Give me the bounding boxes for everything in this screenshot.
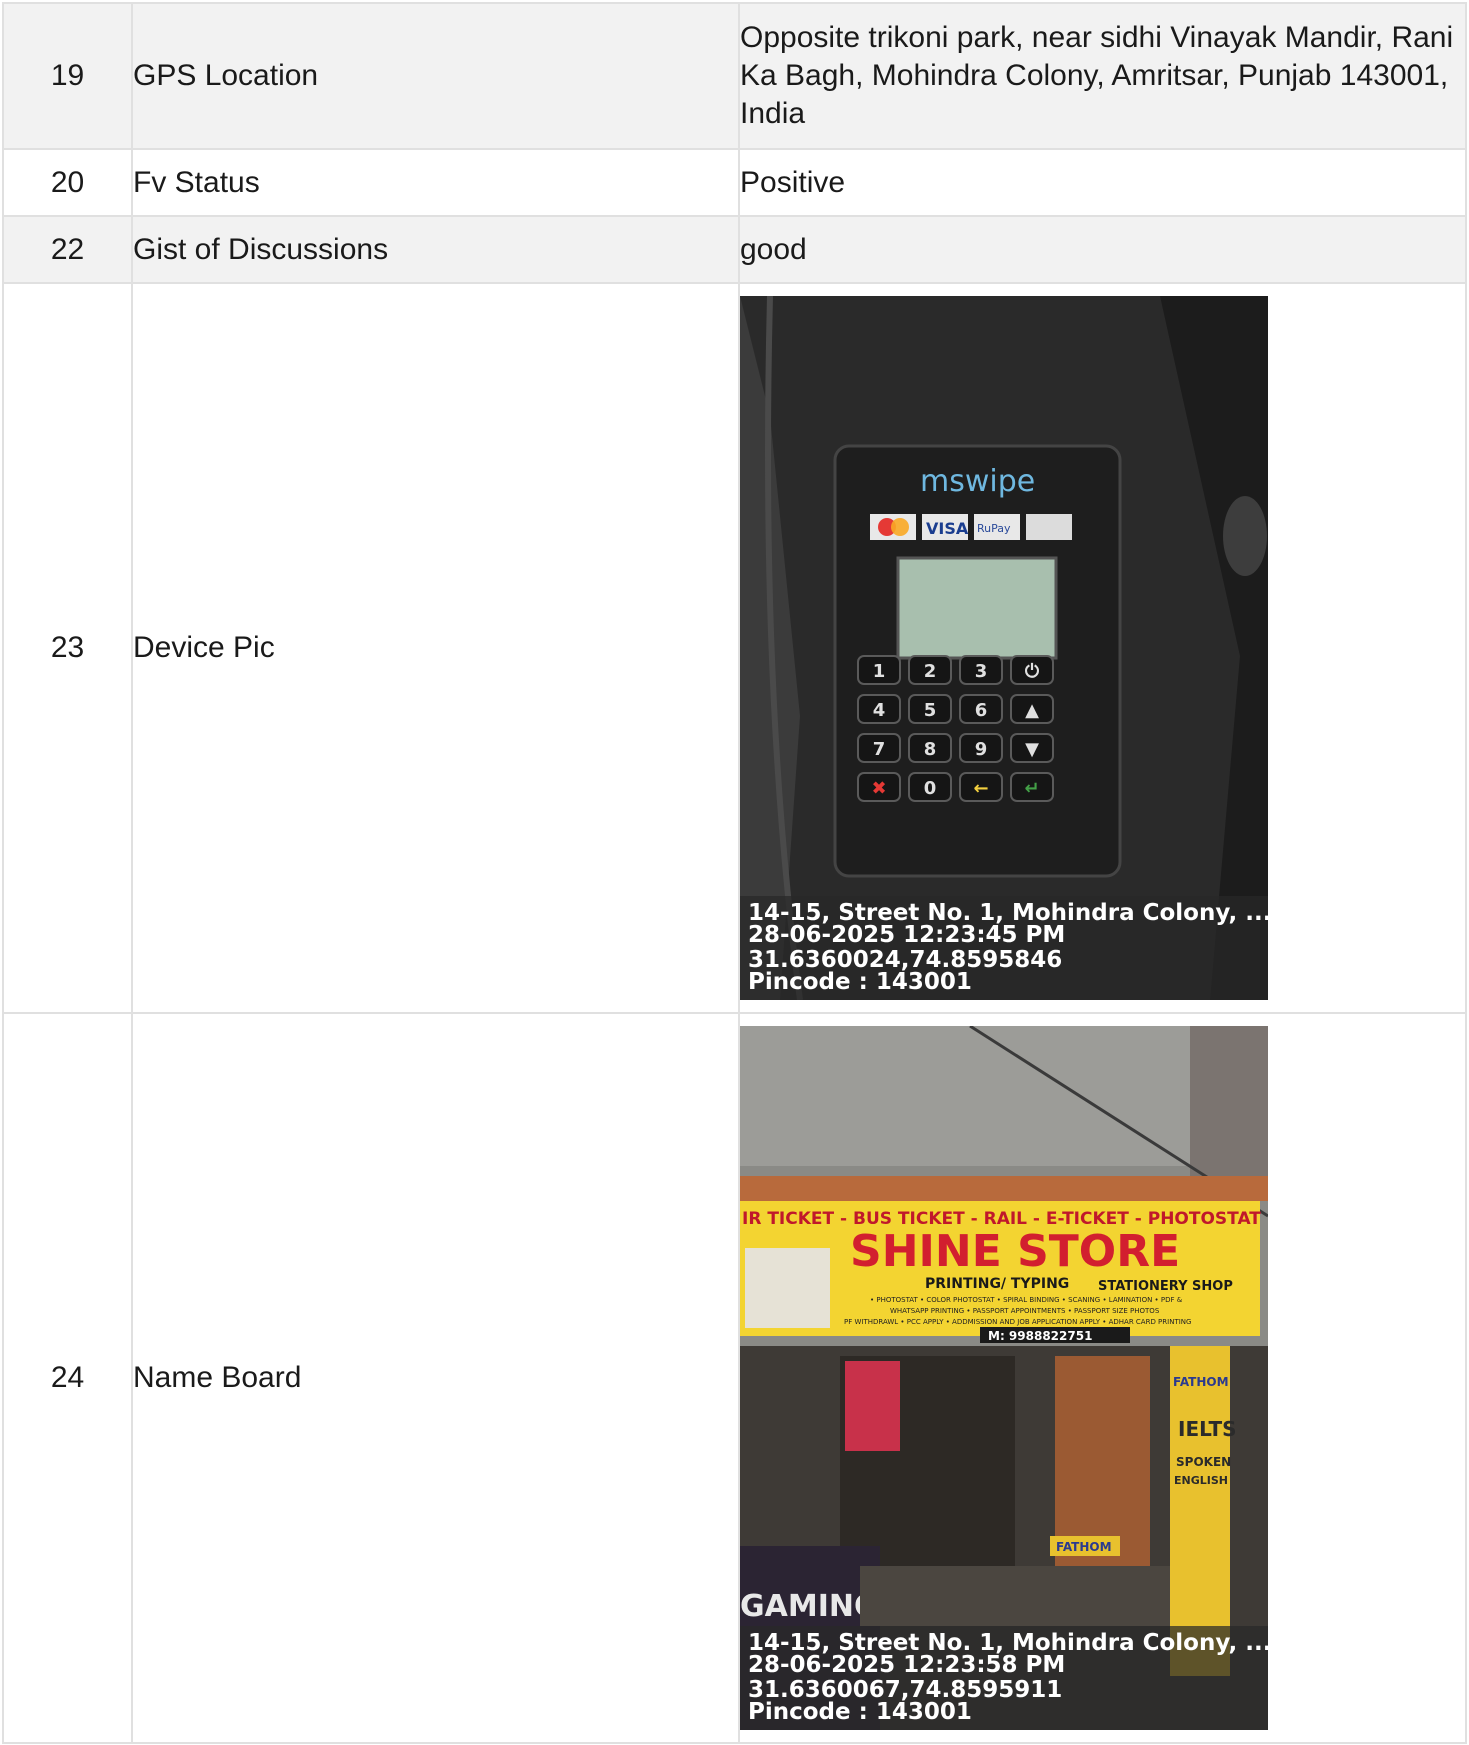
keypad-key-label: ▲ xyxy=(1025,700,1039,721)
keypad-key-label: 7 xyxy=(873,739,886,760)
device-photo: mswipe VISA RuPay 1 2 3 ⏻ 4 5 6 ▲ 7 8 9 ▼ ✖ 0 ← ↵ 14-15… xyxy=(740,296,1268,1000)
side-sign-english: ENGLISH xyxy=(1174,1474,1228,1487)
row-number: 23 xyxy=(2,282,133,1014)
stamp-datetime: 28-06-2025 12:23:58 PM xyxy=(748,1652,1066,1678)
brand-logo-text: mswipe xyxy=(920,464,1035,499)
table-row: 23 Device Pic mswipe VISA RuPay 1 2 3 ⏻ … xyxy=(2,282,1467,1014)
table-row: 22 Gist of Discussions good xyxy=(2,215,1467,284)
board-services-3: PF WITHDRAWL • PCC APPLY • ADDMISSION AN… xyxy=(844,1318,1191,1326)
device-photo-art: mswipe VISA RuPay 1 2 3 ⏻ 4 5 6 ▲ 7 8 9 ▼ ✖ 0 ← ↵ xyxy=(740,296,1268,1000)
table-row: 19 GPS Location Opposite trikoni park, n… xyxy=(2,2,1467,150)
stamp-address: 14-15, Street No. 1, Mohindra Colony, ..… xyxy=(748,900,1268,926)
board-services-2: WHATSAPP PRINTING • PASSPORT APPOINTMENT… xyxy=(890,1307,1160,1315)
stamp-coordinates: 31.6360024,74.8595846 xyxy=(748,947,1063,973)
side-sign-ielts: IELTS xyxy=(1178,1417,1237,1441)
device-pic-cell: mswipe VISA RuPay 1 2 3 ⏻ 4 5 6 ▲ 7 8 9 ▼ ✖ 0 ← ↵ 14-15… xyxy=(738,282,1467,1014)
keypad-key-label: ▼ xyxy=(1025,739,1039,760)
side-sign-fathom: FATHOM xyxy=(1173,1375,1229,1389)
side-sign-spoken: SPOKEN xyxy=(1176,1455,1231,1469)
keypad-key-label: 3 xyxy=(975,661,988,682)
keypad-key-label: 1 xyxy=(873,661,886,682)
stamp-address: 14-15, Street No. 1, Mohindra Colony, ..… xyxy=(748,1630,1268,1656)
stamp-coordinates: 31.6360067,74.8595911 xyxy=(748,1677,1063,1703)
board-shop-name: SHINE STORE xyxy=(850,1226,1180,1277)
keypad-key-label: ⏻ xyxy=(1025,661,1040,682)
board-services-1: • PHOTOSTAT • COLOR PHOTOSTAT • SPIRAL B… xyxy=(870,1296,1183,1304)
keypad-key-label: 6 xyxy=(975,700,988,721)
stamp-datetime: 28-06-2025 12:23:45 PM xyxy=(748,922,1066,948)
fv-status-value: Positive xyxy=(738,148,1467,217)
keypad-key-label: 2 xyxy=(924,661,937,682)
table-row: 20 Fv Status Positive xyxy=(2,148,1467,217)
name-board-cell: IR TICKET - BUS TICKET - RAIL - E-TICKET… xyxy=(738,1012,1467,1744)
step-sign-fathom: FATHOM xyxy=(1056,1540,1112,1554)
keypad-key-label: 8 xyxy=(924,739,937,760)
stamp-pincode: Pincode : 143001 xyxy=(748,1699,972,1725)
row-number: 19 xyxy=(2,2,133,150)
gps-location-value: Opposite trikoni park, near sidhi Vinaya… xyxy=(738,2,1467,150)
row-label: GPS Location xyxy=(131,2,740,150)
board-sub-right: STATIONERY SHOP xyxy=(1098,1279,1233,1294)
keypad-key-label: 5 xyxy=(924,700,937,721)
photo-stamp: 14-15, Street No. 1, Mohindra Colony, ..… xyxy=(740,896,1268,1000)
name-board-photo-art: IR TICKET - BUS TICKET - RAIL - E-TICKET… xyxy=(740,1026,1268,1730)
rupay-logo-text: RuPay xyxy=(977,522,1011,535)
board-mobile: M: 9988822751 xyxy=(988,1329,1092,1343)
row-number: 20 xyxy=(2,148,133,217)
discussion-value: good xyxy=(738,215,1467,284)
keypad-key-label: 4 xyxy=(873,700,886,721)
row-label: Fv Status xyxy=(131,148,740,217)
name-board-photo: IR TICKET - BUS TICKET - RAIL - E-TICKET… xyxy=(740,1026,1268,1730)
keypad-key-label: 0 xyxy=(924,778,937,799)
stamp-pincode: Pincode : 143001 xyxy=(748,969,972,995)
keypad-key-label: ← xyxy=(973,778,988,799)
board-sub-left: PRINTING/ TYPING xyxy=(925,1276,1069,1292)
visa-logo-text: VISA xyxy=(926,519,969,538)
keypad-key-label: 9 xyxy=(975,739,988,760)
verification-table: 19 GPS Location Opposite trikoni park, n… xyxy=(2,2,1467,1744)
keypad-key-label: ✖ xyxy=(871,778,886,799)
photo-stamp: 14-15, Street No. 1, Mohindra Colony, ..… xyxy=(740,1626,1268,1730)
row-label: Device Pic xyxy=(131,282,740,1014)
gaming-banner: GAMING xyxy=(740,1589,879,1624)
keypad-key-label: ↵ xyxy=(1024,778,1039,799)
table-row: 24 Name Board IR TICKET - BUS TICKET - R… xyxy=(2,1012,1467,1744)
row-number: 22 xyxy=(2,215,133,284)
row-number: 24 xyxy=(2,1012,133,1744)
row-label: Name Board xyxy=(131,1012,740,1744)
row-label: Gist of Discussions xyxy=(131,215,740,284)
